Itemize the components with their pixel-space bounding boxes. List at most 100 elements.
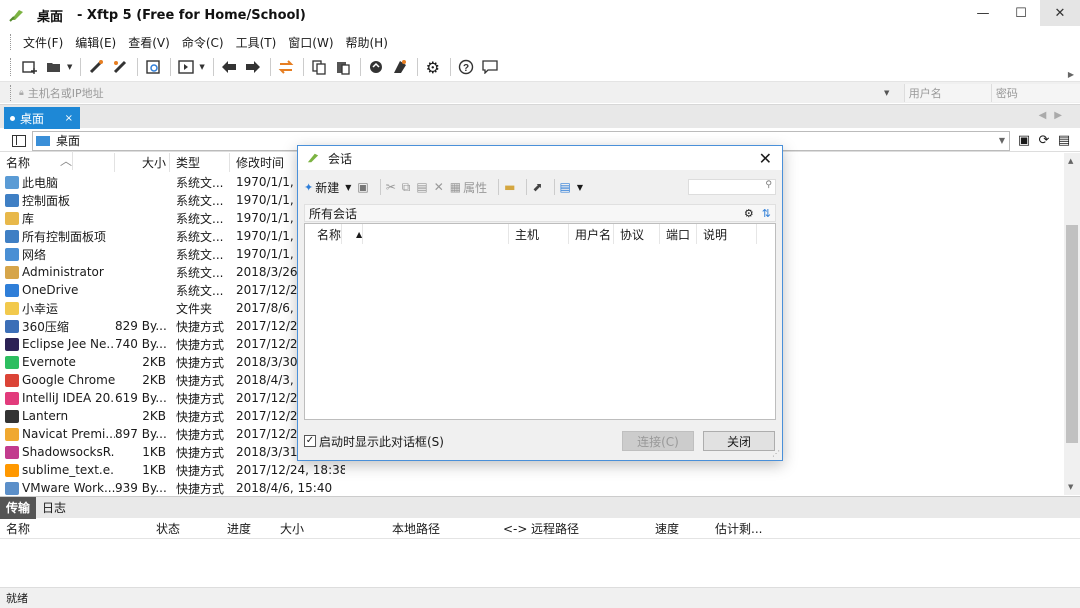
help-icon[interactable]: ?	[455, 56, 477, 78]
column-size[interactable]: 大小	[115, 153, 170, 172]
xshell-icon[interactable]	[389, 56, 411, 78]
file-row[interactable]: Navicat Premi... 897 By... 快捷方式 2017/12/28	[0, 425, 345, 443]
cut-icon[interactable]: ✂	[386, 180, 396, 194]
connect-icon[interactable]	[85, 56, 107, 78]
view-mode-icon[interactable]: ▤	[1054, 132, 1074, 150]
file-row[interactable]: 360压缩 829 By... 快捷方式 2017/12/24	[0, 317, 345, 335]
open-folder-icon[interactable]	[43, 56, 65, 78]
paste-icon[interactable]: ▤	[416, 180, 427, 194]
file-row[interactable]: 网络 系统文... 1970/1/1, 8	[0, 245, 345, 263]
new-dropdown-icon[interactable]: ▼	[345, 183, 351, 192]
transfer-column-progress[interactable]: 进度	[227, 520, 251, 537]
file-row[interactable]: IntelliJ IDEA 20... 619 By... 快捷方式 2017/12/…	[0, 389, 345, 407]
file-row[interactable]: 控制面板 系统文... 1970/1/1, 8	[0, 191, 345, 209]
back-arrow-icon[interactable]	[218, 56, 240, 78]
sync-icon[interactable]	[365, 56, 387, 78]
tab-log[interactable]: 日志	[36, 497, 72, 519]
minimize-button[interactable]: —	[964, 0, 1002, 26]
file-row[interactable]: OneDrive 系统文... 2017/12/24	[0, 281, 345, 299]
chat-icon[interactable]	[479, 56, 501, 78]
open-folder-icon[interactable]: ▬	[504, 180, 515, 194]
file-list-scrollbar[interactable]: ▲ ▼	[1064, 153, 1080, 495]
new-folder-icon[interactable]: ▣	[357, 180, 368, 194]
new-session-button[interactable]: ✦ 新建 ▼	[304, 179, 351, 196]
transfer-column-eta[interactable]: 估计剩...	[715, 520, 762, 537]
file-row[interactable]: sublime_text.e... 1KB 快捷方式 2017/12/24, 18:3…	[0, 461, 345, 479]
file-row[interactable]: 小幸运 文件夹 2017/8/6, 2	[0, 299, 345, 317]
transfer-column-name[interactable]: 名称	[6, 520, 30, 537]
transfer-column-size[interactable]: 大小	[280, 520, 304, 537]
dialog-close-icon[interactable]: ✕	[759, 149, 772, 168]
settings-gear-icon[interactable]: ⚙	[422, 56, 444, 78]
terminal-icon[interactable]	[175, 56, 197, 78]
tab-transfer[interactable]: 传输	[0, 496, 37, 519]
copy-icon[interactable]	[308, 56, 330, 78]
folder-settings-icon[interactable]: ⚙	[744, 207, 754, 220]
password-input[interactable]: 密码	[990, 83, 1080, 102]
menu-help[interactable]: 帮助(H)	[340, 34, 394, 51]
transfer-column-speed[interactable]: 速度	[655, 520, 679, 537]
properties-button[interactable]: ▦ 属性	[450, 179, 487, 196]
resize-grip-icon[interactable]: ⋰	[772, 449, 780, 458]
username-input[interactable]: 用户名	[903, 83, 991, 102]
paste-icon[interactable]	[332, 56, 354, 78]
menu-window[interactable]: 窗口(W)	[282, 34, 339, 51]
menu-command[interactable]: 命令(C)	[176, 34, 230, 51]
transfer-column-remote-path[interactable]: 远程路径	[531, 520, 579, 537]
scroll-down-icon[interactable]: ▼	[1068, 483, 1073, 491]
pane-layout-icon[interactable]	[12, 134, 26, 147]
refresh-icon[interactable]: ⟳	[1034, 132, 1054, 150]
transfer-column-direction[interactable]: <->	[503, 522, 527, 536]
session-column-port[interactable]: 端口	[660, 224, 697, 244]
transfer-column-status[interactable]: 状态	[156, 520, 180, 537]
file-row[interactable]: Evernote 2KB 快捷方式 2018/3/30,	[0, 353, 345, 371]
session-column-user[interactable]: 用户名	[569, 224, 614, 244]
file-row[interactable]: Google Chrome 2KB 快捷方式 2018/4/3, 2	[0, 371, 345, 389]
session-column-name[interactable]: 名称 ▲	[305, 224, 509, 244]
view-dropdown-icon[interactable]: ▼	[577, 183, 583, 192]
menu-tools[interactable]: 工具(T)	[230, 34, 283, 51]
show-on-start-label[interactable]: 启动时显示此对话框(S)	[319, 433, 444, 450]
tab-close-icon[interactable]: ×	[65, 113, 73, 124]
host-input[interactable]: 🔒︎ 主机名或IP地址	[19, 85, 884, 101]
refresh-view-icon[interactable]	[142, 56, 164, 78]
file-row[interactable]: 库系统文... 1970/1/1, 8	[0, 209, 345, 227]
session-column-description[interactable]: 说明	[697, 224, 757, 244]
host-dropdown-icon[interactable]: ▼	[884, 89, 904, 97]
toolbar-overflow-icon[interactable]: ▶	[1068, 70, 1074, 79]
delete-icon[interactable]: ✕	[434, 180, 444, 194]
dialog-search-input[interactable]: ⚲	[688, 179, 776, 195]
file-row[interactable]: 此电脑 系统文... 1970/1/1, 8	[0, 173, 345, 191]
view-icon[interactable]: ▤	[560, 180, 571, 194]
path-dropdown-icon[interactable]: ▼	[999, 136, 1005, 145]
file-row[interactable]: 所有控制面板项 系统文... 1970/1/1, 8	[0, 227, 345, 245]
new-session-icon[interactable]	[19, 56, 41, 78]
menu-file[interactable]: 文件(F)	[17, 34, 69, 51]
menu-view[interactable]: 查看(V)	[122, 34, 176, 51]
new-folder-icon[interactable]: ▣	[1014, 132, 1034, 150]
maximize-button[interactable]: ☐	[1002, 0, 1040, 26]
connect-icon[interactable]: ⬈	[532, 180, 542, 194]
terminal-dropdown-icon[interactable]: ▼	[199, 63, 204, 71]
column-type[interactable]: 类型	[170, 153, 230, 172]
copy-icon[interactable]: ⧉	[402, 180, 411, 195]
tab-nav-arrows[interactable]: ◀▶	[1039, 110, 1070, 121]
menu-edit[interactable]: 编辑(E)	[69, 34, 122, 51]
scroll-up-icon[interactable]: ▲	[1068, 157, 1073, 165]
disconnect-icon[interactable]	[109, 56, 131, 78]
file-row[interactable]: Lantern 2KB 快捷方式 2017/12/24	[0, 407, 345, 425]
transfer-icon[interactable]	[275, 56, 297, 78]
connect-button[interactable]: 连接(C)	[622, 431, 694, 451]
session-column-host[interactable]: 主机	[509, 224, 569, 244]
open-dropdown-icon[interactable]: ▼	[67, 63, 72, 71]
folder-sync-icon[interactable]: ⇅	[762, 207, 771, 220]
scrollbar-thumb[interactable]	[1066, 225, 1078, 443]
file-row[interactable]: ShadowsocksR... 1KB 快捷方式 2018/3/31,	[0, 443, 345, 461]
file-row[interactable]: Eclipse Jee Ne... 740 By... 快捷方式 2017/12/24	[0, 335, 345, 353]
file-row[interactable]: Administrator 系统文... 2018/3/26,	[0, 263, 345, 281]
show-on-start-checkbox[interactable]: ✓	[304, 435, 316, 447]
file-row[interactable]: VMware Work... 939 By... 快捷方式 2018/4/6, 15:…	[0, 479, 345, 497]
transfer-column-local-path[interactable]: 本地路径	[392, 520, 440, 537]
session-column-protocol[interactable]: 协议	[614, 224, 660, 244]
close-window-button[interactable]: ✕	[1040, 0, 1080, 26]
